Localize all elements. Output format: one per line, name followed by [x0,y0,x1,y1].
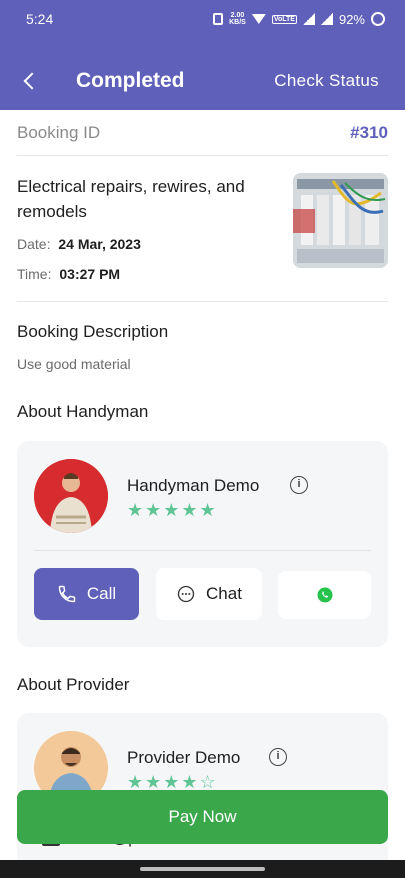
chat-button[interactable]: Chat [156,568,262,620]
time-row: Time: 03:27 PM [17,266,120,282]
service-image [293,173,388,268]
booking-id-label: Booking ID [17,122,101,142]
handyman-avatar [34,459,108,533]
provider-name: Provider Demo [127,748,241,767]
signal-icon-2 [320,13,333,25]
handyman-info-icon[interactable]: i [290,476,308,494]
handyman-section-title: About Handyman [17,402,149,421]
status-bar: 5:24 2.00 KB/S VoLTE 92% [0,0,405,38]
provider-section-title: About Provider [17,675,130,694]
vibrate-icon [213,13,224,25]
call-label: Call [86,584,117,603]
check-status-button[interactable]: Check Status [274,71,379,91]
service-name: Electrical repairs, rewires, and remodel… [17,177,245,221]
wifi-icon [251,14,266,24]
battery-percent: 92% [338,11,365,27]
page-title: Completed [76,69,185,92]
handyman-name: Handyman Demo [127,476,260,495]
whatsapp-button[interactable] [278,571,371,619]
phone-icon [58,585,76,603]
call-button[interactable]: Call [34,568,139,620]
battery-icon [371,12,385,26]
handyman-rating-stars: ★★★★★ [127,500,218,520]
nav-row: Completed Check Status [0,58,405,104]
date-value-2: 24 Mar, 2023 [58,236,141,252]
date-row: Date: 24 Mar, 2023 [17,236,141,252]
description-text: Use good material [17,356,131,372]
booking-id-row: Booking ID #310 [17,110,388,156]
service-image-art [293,173,388,268]
provider-info-icon[interactable]: i [269,748,287,766]
pay-now-button[interactable]: Pay Now [17,790,388,844]
booking-detail-screen: 5:24 2.00 KB/S VoLTE 92% Completed Check … [0,0,405,878]
status-time: 5:24 [26,11,54,27]
net-speed-unit: KB/S [229,19,246,26]
status-icons: 2.00 KB/S VoLTE 92% [213,12,385,27]
chat-icon [177,585,195,603]
description-section: Booking Description Use good material [17,322,168,372]
app-bar: 5:24 2.00 KB/S VoLTE 92% Completed Check … [0,0,405,110]
handyman-divider [34,550,371,551]
back-arrow-icon [23,72,41,90]
booking-id-value: #310 [350,122,388,142]
volte-icon: VoLTE [271,14,297,24]
date-label-2: Date: [17,236,51,252]
chat-label: Chat [206,584,242,603]
system-nav-bar [0,860,405,878]
net-speed: 2.00 KB/S [229,12,246,26]
home-gesture-pill[interactable] [140,867,265,871]
time-value: 03:27 PM [59,266,121,282]
description-title: Booking Description [17,322,169,341]
handyman-card: Handyman Demo i ★★★★★ Call Chat [17,441,388,647]
net-speed-value: 2.00 [230,12,245,19]
handyman-avatar-art [34,459,108,533]
time-label: Time: [17,266,52,282]
whatsapp-icon [317,587,332,603]
signal-icon [302,13,315,25]
back-button[interactable] [0,58,60,104]
